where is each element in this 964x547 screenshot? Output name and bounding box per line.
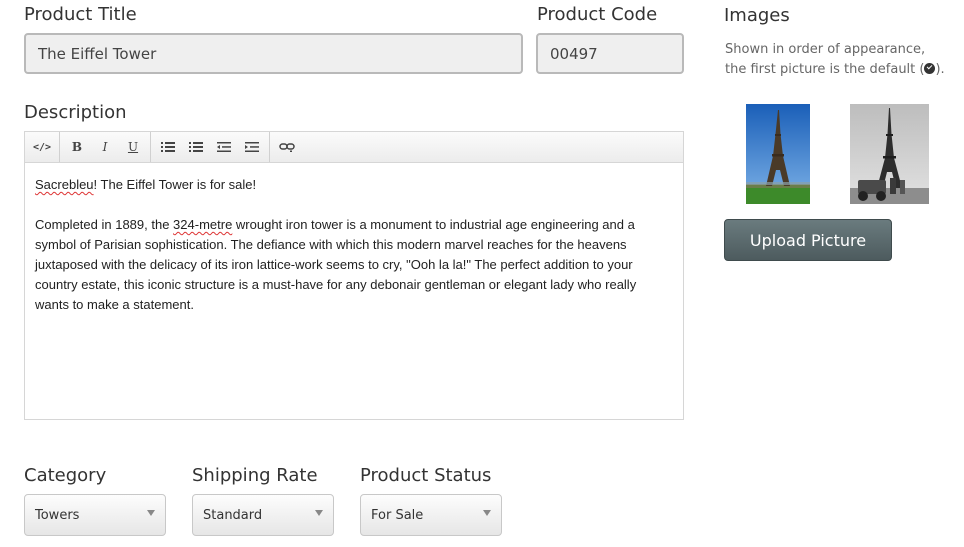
shipping-rate-label: Shipping Rate <box>192 465 318 486</box>
toolbar-group-link <box>270 132 304 162</box>
description-text-area[interactable]: Sacrebleu! The Eiffel Tower is for sale!… <box>25 163 683 347</box>
numbered-list-button[interactable] <box>182 135 210 159</box>
product-title-label: Product Title <box>24 4 137 25</box>
description-paragraph-2-start: Completed in 1889, the <box>35 217 174 232</box>
image-thumbnail-1[interactable] <box>746 104 810 204</box>
underline-button[interactable]: U <box>119 135 147 159</box>
category-select[interactable]: Towers <box>24 494 166 536</box>
link-icon <box>279 143 295 152</box>
chevron-down-icon <box>147 510 155 516</box>
check-circle-icon <box>924 63 936 74</box>
images-help-line2-prefix: the first picture is the default ( <box>725 62 925 77</box>
product-status-selected-value: For Sale <box>371 507 424 523</box>
indent-icon <box>245 142 259 152</box>
toolbar-group-source: </> <box>25 132 60 162</box>
images-help-line1: Shown in order of appearance, <box>725 42 926 57</box>
bullet-list-button[interactable] <box>154 135 182 159</box>
description-paragraph-1: Sacrebleu! The Eiffel Tower is for sale! <box>35 175 673 195</box>
product-code-input[interactable] <box>536 33 684 74</box>
description-paragraph-2: Completed in 1889, the 324-metre wrought… <box>35 215 673 315</box>
outdent-icon <box>217 142 231 152</box>
product-code-label: Product Code <box>537 4 658 25</box>
misspelled-word: 324-metre <box>173 217 233 232</box>
link-button[interactable] <box>273 135 301 159</box>
toolbar-group-format: B I U <box>60 132 151 162</box>
shipping-rate-select[interactable]: Standard <box>192 494 334 536</box>
eiffel-tower-bw-image <box>850 104 929 204</box>
numbered-list-icon <box>189 142 203 152</box>
misspelled-word: Sacrebleu <box>35 177 94 192</box>
product-title-input[interactable] <box>24 33 523 74</box>
bullet-list-icon <box>161 142 175 152</box>
chevron-down-icon <box>483 510 491 516</box>
product-status-select[interactable]: For Sale <box>360 494 502 536</box>
images-help-line2-suffix: ). <box>935 62 945 77</box>
bold-button[interactable]: B <box>63 135 91 159</box>
description-label: Description <box>24 102 127 123</box>
toolbar-group-lists <box>151 132 270 162</box>
category-selected-value: Towers <box>35 507 80 523</box>
upload-picture-button[interactable]: Upload Picture <box>724 219 892 261</box>
image-thumbnail-2[interactable] <box>850 104 929 204</box>
outdent-button[interactable] <box>210 135 238 159</box>
category-label: Category <box>24 465 107 486</box>
chevron-down-icon <box>315 510 323 516</box>
description-editor: </> B I U Sacrebleu! The Eiffel Tower is… <box>24 131 684 420</box>
italic-button[interactable]: I <box>91 135 119 159</box>
indent-button[interactable] <box>238 135 266 159</box>
description-paragraph-1-text: ! The Eiffel Tower is for sale! <box>93 177 257 192</box>
images-label: Images <box>724 5 790 26</box>
shipping-rate-selected-value: Standard <box>203 507 263 523</box>
eiffel-tower-color-image <box>746 104 810 204</box>
editor-toolbar: </> B I U <box>25 132 683 163</box>
product-status-label: Product Status <box>360 465 492 486</box>
images-help-text: Shown in order of appearance, the first … <box>725 40 955 80</box>
source-code-button[interactable]: </> <box>28 135 56 159</box>
